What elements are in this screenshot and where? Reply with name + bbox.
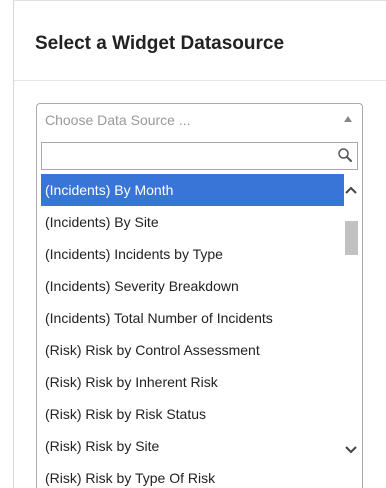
dropdown-option[interactable]: (Incidents) Severity Breakdown <box>41 270 344 302</box>
scrollbar[interactable] <box>342 174 360 454</box>
dropdown-option[interactable]: (Incidents) Incidents by Type <box>41 238 344 270</box>
dropdown-option[interactable]: (Incidents) Total Number of Incidents <box>41 302 344 334</box>
chevron-up-icon <box>344 116 352 122</box>
results-list: (Incidents) By Month (Incidents) By Site(… <box>41 174 360 488</box>
datasource-modal: Select a Widget Datasource Choose Data S… <box>13 0 386 488</box>
dropdown-option[interactable]: (Risk) Risk by Type Of Risk <box>41 462 344 488</box>
search-field[interactable] <box>41 142 358 170</box>
dropdown-option[interactable]: (Incidents) By Site <box>41 206 344 238</box>
modal-header: Select a Widget Datasource <box>14 1 386 81</box>
dropdown-option[interactable]: (Risk) Risk by Inherent Risk <box>41 366 344 398</box>
select-placeholder: Choose Data Source ... <box>45 112 191 128</box>
dropdown-option[interactable]: (Risk) Risk by Control Assessment <box>41 334 344 366</box>
scrollbar-thumb[interactable] <box>345 221 358 255</box>
scroll-down-icon[interactable] <box>344 444 358 456</box>
page: Select a Widget Datasource Choose Data S… <box>0 0 386 488</box>
dropdown-option[interactable]: (Incidents) By Month <box>41 174 344 206</box>
scroll-up-icon[interactable] <box>344 184 358 196</box>
datasource-dropdown: (Incidents) By Month (Incidents) By Site(… <box>36 136 363 488</box>
search-icon <box>338 148 352 162</box>
search-input[interactable] <box>42 143 332 169</box>
dropdown-option[interactable]: (Risk) Risk by Risk Status <box>41 398 344 430</box>
modal-title: Select a Widget Datasource <box>35 33 285 54</box>
dropdown-option[interactable]: (Risk) Risk by Site <box>41 430 344 462</box>
datasource-select[interactable]: Choose Data Source ... <box>36 103 363 136</box>
